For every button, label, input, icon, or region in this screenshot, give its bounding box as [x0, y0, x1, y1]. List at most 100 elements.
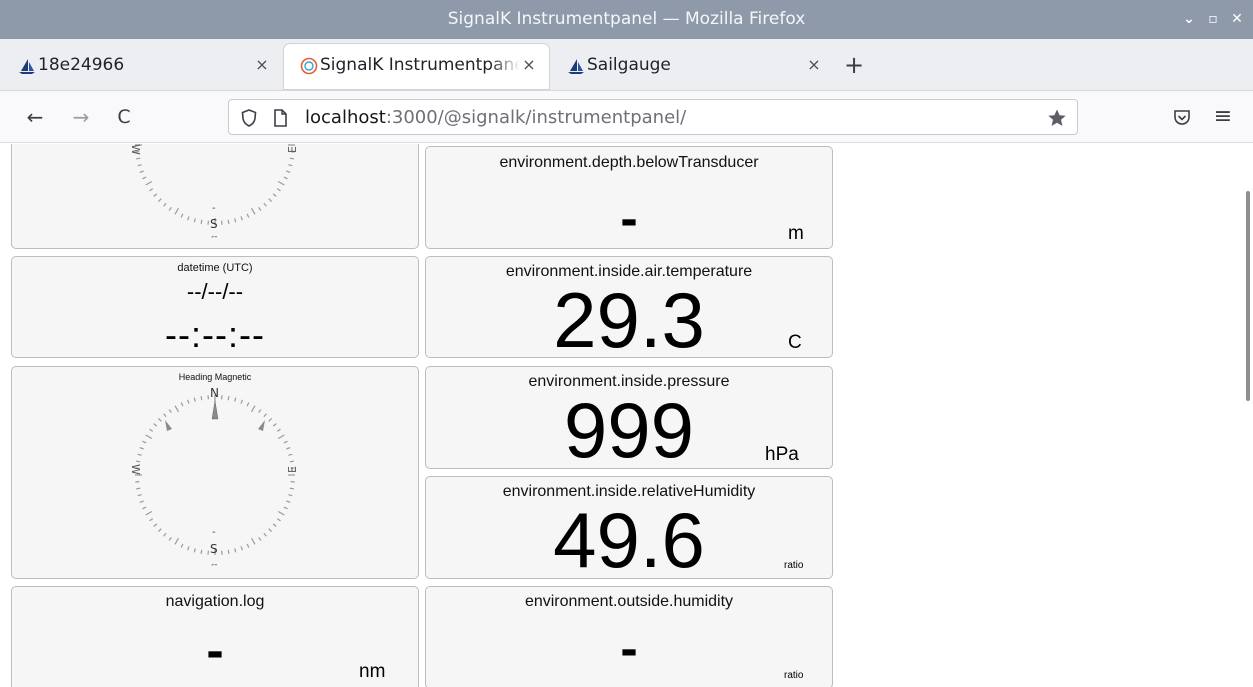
compass-tick: [240, 399, 243, 404]
compass-tick: [286, 170, 291, 173]
compass-tick: [288, 494, 293, 497]
page-scrollbar[interactable]: [1246, 191, 1250, 401]
tab-18e24966[interactable]: 18e24966 ×: [2, 44, 282, 89]
compass-tick: [193, 548, 196, 553]
compass-tick: [174, 405, 180, 413]
compass-tick: [289, 487, 294, 490]
compass-tick: [277, 510, 285, 516]
compass-tick: [276, 518, 281, 522]
heading-magnetic-widget[interactable]: Heading Magnetic N W E - S --: [11, 366, 419, 579]
depth-title: environment.depth.belowTransducer: [499, 154, 759, 171]
compass-tick: [200, 219, 203, 224]
new-tab-button[interactable]: +: [842, 50, 866, 80]
compass-tick: [157, 198, 162, 203]
close-window-button[interactable]: ✕: [1225, 0, 1249, 39]
compass-tick: [283, 176, 288, 180]
compass-tick: [149, 428, 154, 432]
compass-tick: [145, 434, 153, 440]
compass-tick: [153, 193, 158, 197]
compass-tick: [246, 213, 250, 218]
maximize-button[interactable]: ▫: [1201, 0, 1225, 39]
compass-tick: [187, 546, 190, 551]
tab-signalk-instrumentpanel[interactable]: SignalK Instrumentpane ×: [284, 44, 549, 89]
compass-tick: [137, 164, 142, 167]
navlog-title: navigation.log: [165, 593, 265, 610]
forward-button[interactable]: →: [68, 104, 94, 130]
compass-tick: [246, 402, 250, 407]
compass-tick: [258, 409, 262, 414]
compass-tick: [277, 434, 285, 440]
pressure-widget[interactable]: environment.inside.pressure 999 hPa: [425, 366, 833, 469]
depth-value: -: [620, 190, 638, 248]
url-text[interactable]: localhost:3000/@signalk/instrumentpanel/: [305, 107, 686, 128]
compass-tick: [258, 206, 262, 211]
compass-tick: [142, 506, 147, 510]
air-temperature-widget[interactable]: environment.inside.air.temperature 29.3 …: [425, 256, 833, 358]
compass-tick: [142, 176, 147, 180]
compass-label-south: S: [210, 217, 218, 231]
pocket-icon[interactable]: [1173, 108, 1191, 126]
tab-close-button[interactable]: ×: [252, 55, 272, 74]
compass-tick: [142, 440, 147, 444]
wind-marker-right: [258, 420, 265, 431]
compass-tick: [168, 536, 172, 541]
humidity-unit: ratio: [784, 560, 804, 571]
compass-tick: [163, 413, 167, 418]
compass-tick: [153, 523, 158, 527]
relative-humidity-widget[interactable]: environment.inside.relativeHumidity 49.6…: [425, 476, 833, 579]
bookmark-star-icon[interactable]: [1047, 108, 1067, 128]
compass-tick: [149, 518, 154, 522]
depth-widget[interactable]: environment.depth.belowTransducer - m: [425, 146, 833, 249]
compass-tick-dash: -: [212, 527, 216, 538]
compass-tick: [268, 528, 273, 533]
compass-tick: [234, 218, 237, 223]
compass-label-west: W: [128, 464, 142, 475]
url-host: localhost: [305, 107, 386, 128]
compass-tick: [227, 549, 230, 554]
air-temp-unit: C: [788, 332, 802, 353]
datetime-title: datetime (UTC): [177, 262, 253, 274]
minimize-button[interactable]: ⌄: [1177, 0, 1201, 39]
tab-label: SignalK Instrumentpane: [320, 55, 520, 75]
compass-tick: [139, 447, 144, 450]
tab-bar: 18e24966 × SignalK Instrumentpane × Sail…: [0, 39, 1253, 91]
back-button[interactable]: ←: [22, 104, 48, 130]
url-path: :3000/@signalk/instrumentpanel/: [385, 107, 687, 128]
datetime-widget[interactable]: datetime (UTC) --/--/-- --:--:--: [11, 256, 419, 358]
url-bar[interactable]: localhost:3000/@signalk/instrumentpanel/: [228, 99, 1078, 135]
compass-tick: [276, 428, 281, 432]
shield-icon[interactable]: [241, 109, 257, 127]
menu-button[interactable]: ≡: [1210, 104, 1236, 130]
compass-tick: [272, 423, 277, 427]
compass-tick: [187, 216, 190, 221]
compass-tick: [227, 396, 230, 401]
compass-tick: [193, 218, 196, 223]
compass-tick: [240, 546, 243, 551]
compass-tick: [227, 219, 230, 224]
compass-tick: [289, 460, 294, 463]
sailboat-icon: [19, 59, 35, 74]
compass-tick: [157, 417, 162, 422]
compass-tick: [288, 164, 293, 167]
compass-tick: [163, 532, 167, 537]
tab-close-button[interactable]: ×: [519, 55, 539, 74]
compass-tick: [168, 206, 172, 211]
compass-tick: [250, 405, 256, 413]
compass-tick: [289, 157, 294, 160]
signalk-icon: [300, 57, 318, 75]
compass-tick: [240, 216, 243, 221]
compass-tick: [277, 180, 285, 186]
tab-close-button[interactable]: ×: [804, 55, 824, 74]
compass-tick-dash: -: [212, 203, 216, 214]
navigation-log-widget[interactable]: navigation.log - nm: [11, 586, 419, 687]
outside-humidity-widget[interactable]: environment.outside.humidity - ratio: [425, 586, 833, 687]
compass-label-north: N: [210, 386, 219, 400]
compass-widget-top[interactable]: W E - S --: [11, 144, 419, 249]
air-temp-value: 29.3: [553, 276, 705, 358]
reload-button[interactable]: C: [111, 104, 137, 130]
compass-tick: [234, 397, 237, 402]
compass-tick: [149, 188, 154, 192]
compass-tick: [180, 213, 184, 218]
tab-sailgauge[interactable]: Sailgauge ×: [551, 44, 834, 89]
compass-tick: [283, 506, 288, 510]
